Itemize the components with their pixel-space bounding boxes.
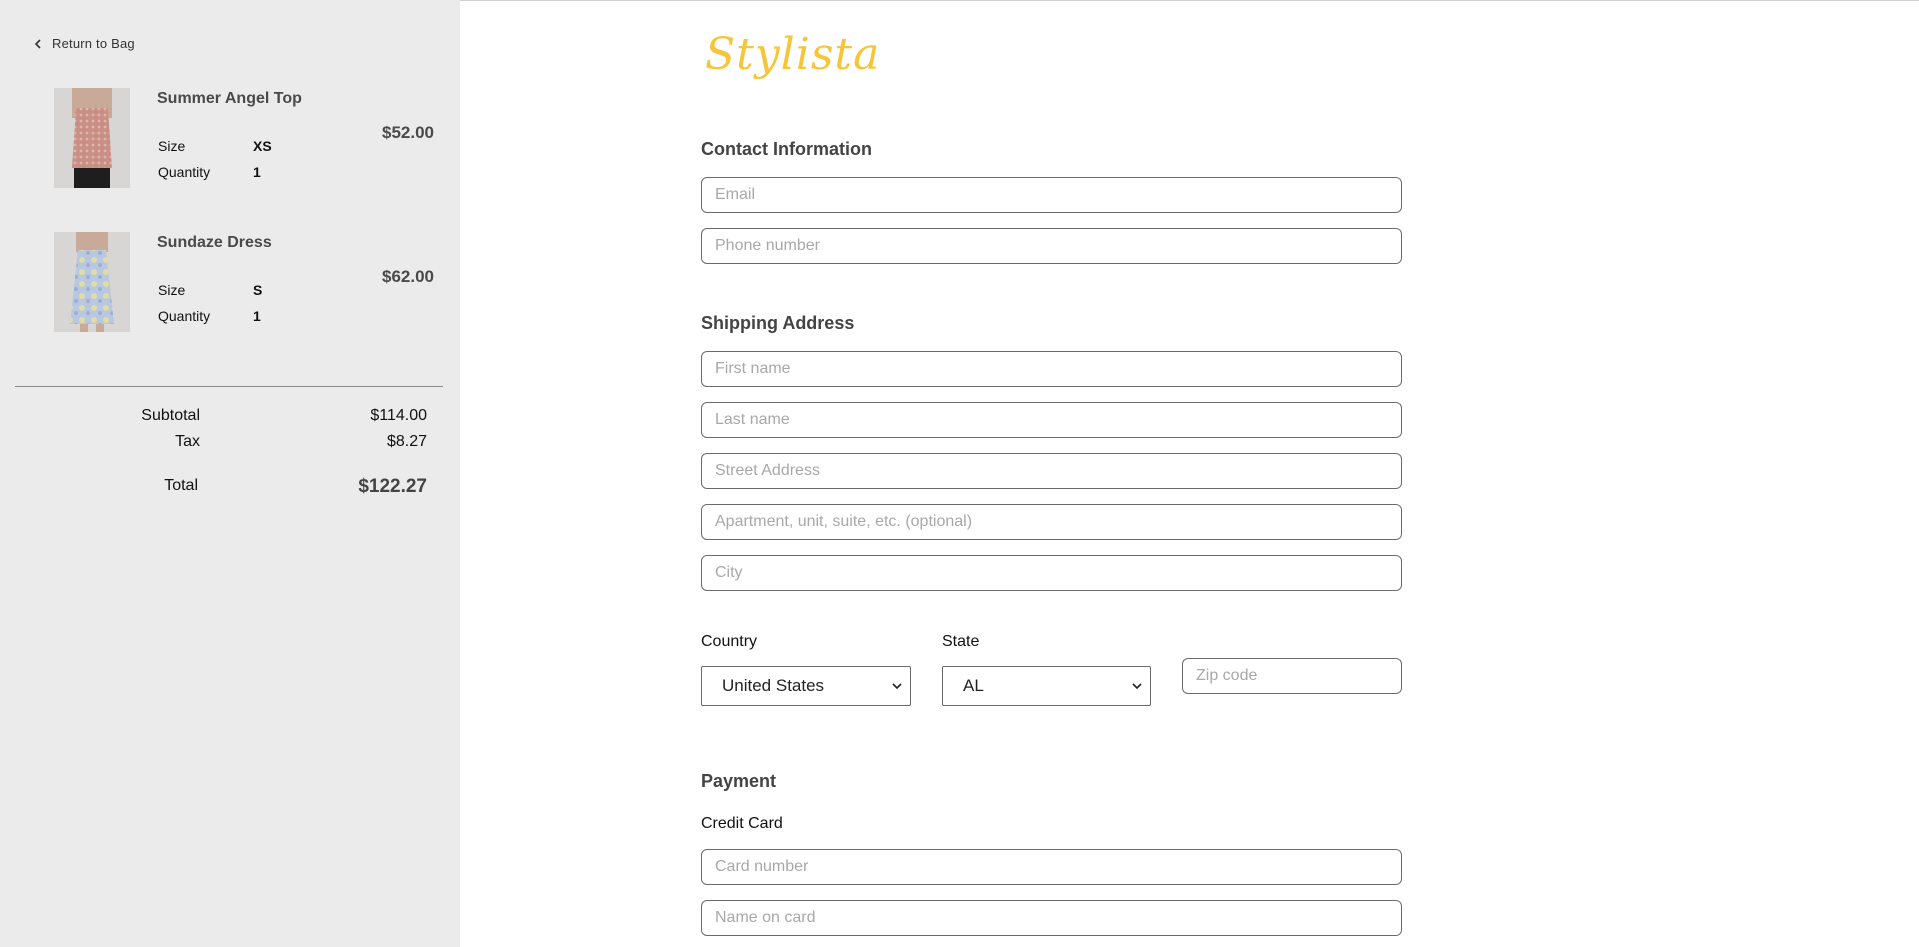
street-address-field[interactable] xyxy=(701,453,1402,489)
name-on-card-field[interactable] xyxy=(701,900,1402,936)
size-value: XS xyxy=(253,138,272,154)
shipping-section-title: Shipping Address xyxy=(701,313,855,333)
quantity-value: 1 xyxy=(253,164,261,180)
item-price: $52.00 xyxy=(382,123,434,142)
size-label: Size xyxy=(158,138,186,154)
country-label: Country xyxy=(701,633,758,650)
last-name-field[interactable] xyxy=(701,402,1402,438)
country-value: United States xyxy=(722,676,825,695)
chevron-left-icon xyxy=(34,38,41,49)
country-select[interactable]: United States xyxy=(701,666,911,706)
zip-code-field[interactable] xyxy=(1182,658,1402,694)
cart-item: Sundaze Dress $62.00 Size S Quantity 1 xyxy=(54,232,434,332)
item-name: Summer Angel Top xyxy=(157,90,302,107)
return-to-bag-link[interactable]: Return to Bag xyxy=(34,36,135,51)
chevron-down-icon xyxy=(1132,683,1142,690)
apartment-field[interactable] xyxy=(701,504,1402,540)
return-to-bag-label: Return to Bag xyxy=(52,36,135,51)
product-image-summer-angel-top xyxy=(54,88,130,188)
cart-item: Summer Angel Top $52.00 Size XS Quantity 1 xyxy=(54,88,434,188)
checkout-form: Stylista Contact Information Shipping Ad… xyxy=(460,0,1919,947)
quantity-value: 1 xyxy=(253,308,261,324)
state-value: AL xyxy=(963,676,984,695)
item-quantity-row: Quantity 1 xyxy=(158,308,261,324)
first-name-field[interactable] xyxy=(701,351,1402,387)
state-label: State xyxy=(942,633,980,650)
brand-logo: Stylista xyxy=(705,29,881,80)
contact-section-title: Contact Information xyxy=(701,139,872,159)
item-name: Sundaze Dress xyxy=(157,234,272,251)
quantity-label: Quantity xyxy=(158,308,211,324)
item-price: $62.00 xyxy=(382,267,434,286)
state-select[interactable]: AL xyxy=(942,666,1151,706)
credit-card-label: Credit Card xyxy=(701,815,783,832)
card-number-field[interactable] xyxy=(701,849,1402,885)
payment-section-title: Payment xyxy=(701,771,777,791)
order-summary-sidebar: Return to Bag Summer Angel Top $52.00 Si… xyxy=(0,0,460,947)
phone-field[interactable] xyxy=(701,228,1402,264)
subtotal-value: $114.00 xyxy=(370,407,427,424)
size-label: Size xyxy=(158,282,186,298)
email-field[interactable] xyxy=(701,177,1402,213)
total-value: $122.27 xyxy=(358,476,427,497)
city-field[interactable] xyxy=(701,555,1402,591)
chevron-down-icon xyxy=(892,683,902,690)
item-quantity-row: Quantity 1 xyxy=(158,164,261,180)
product-image-sundaze-dress xyxy=(54,232,130,332)
tax-value: $8.27 xyxy=(386,433,427,450)
quantity-label: Quantity xyxy=(158,164,211,180)
summary-divider xyxy=(15,386,443,387)
size-value: S xyxy=(253,282,263,298)
item-size-row: Size S xyxy=(158,282,262,298)
item-size-row: Size XS xyxy=(158,138,272,154)
